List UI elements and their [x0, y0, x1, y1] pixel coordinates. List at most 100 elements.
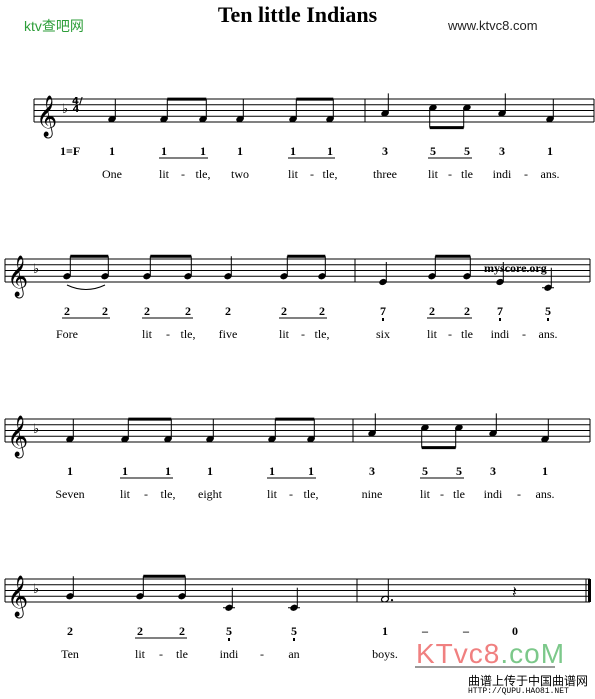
jianpu-number: 1 — [200, 144, 206, 158]
treble-clef-icon: 𝄞 — [7, 255, 28, 298]
music-score: 𝄞 ♭ 1=F 1 One 1 lit 1 tle, 1 two 1 lit 1 tle, 3 three 5 li… — [4, 93, 595, 661]
flat-icon: ♭ — [33, 582, 39, 597]
flat-icon: ♭ — [33, 262, 39, 277]
jianpu-number: 2 — [67, 624, 73, 638]
lyric: indi — [491, 327, 510, 341]
jianpu-number: 2 — [281, 304, 287, 318]
lyric: ans. — [536, 487, 555, 501]
lyric: lit — [267, 487, 278, 501]
jianpu-number: 1 — [269, 464, 275, 478]
jianpu-number: 2 — [137, 624, 143, 638]
jianpu-number: 1 — [122, 464, 128, 478]
lyric: three — [373, 167, 397, 181]
time-signature: 4/4 — [72, 96, 83, 115]
lyric-hyphen: - — [159, 647, 163, 661]
dot — [390, 599, 394, 602]
lyric: tle, — [161, 487, 176, 501]
jianpu-number: 1 — [542, 464, 548, 478]
treble-clef-icon: 𝄞 — [36, 95, 57, 138]
lyric: lit — [159, 167, 170, 181]
logo-green: .coM — [500, 638, 566, 669]
lyric-hyphen: - — [522, 327, 526, 341]
lyric-hyphen: - — [289, 487, 293, 501]
lyric: ans. — [541, 167, 560, 181]
lyric: two — [231, 167, 249, 181]
treble-clef-icon: 𝄞 — [7, 415, 28, 458]
lyric: lit — [420, 487, 431, 501]
jianpu-number: 7 — [380, 304, 386, 318]
upload-url: HTTP://QUPU.HAO81.NET — [468, 687, 569, 696]
lyric: tle — [461, 327, 473, 341]
jianpu-number: 1 — [382, 624, 388, 638]
jianpu-number: 5 — [545, 304, 551, 318]
watermark-myscore: myscore.org — [484, 261, 547, 275]
jianpu-number: 2 — [102, 304, 108, 318]
jianpu-number: 1 — [207, 464, 213, 478]
jianpu-number: 5 — [430, 144, 436, 158]
jianpu-number: 3 — [490, 464, 496, 478]
lyric: Fore — [56, 327, 78, 341]
jianpu-number: 2 — [144, 304, 150, 318]
jianpu-number: 5 — [291, 624, 297, 638]
jianpu-number: 2 — [464, 304, 470, 318]
jianpu-number: 1 — [67, 464, 73, 478]
quarter-rest-icon: 𝄽 — [512, 582, 517, 601]
jianpu-number: 1 — [327, 144, 333, 158]
flat-icon: ♭ — [33, 422, 39, 437]
lyric: One — [102, 167, 122, 181]
jianpu-number: 2 — [179, 624, 185, 638]
low-octave-dot — [382, 318, 384, 321]
lyric: tle — [461, 167, 473, 181]
lyric: ans. — [539, 327, 558, 341]
lyric: indi — [220, 647, 239, 661]
jianpu-number: 1 — [109, 144, 115, 158]
lyric: indi — [493, 167, 512, 181]
lyric-hyphen: - — [301, 327, 305, 341]
lyric: boys. — [372, 647, 398, 661]
lyric-hyphen: - — [448, 167, 452, 181]
jianpu-number: 3 — [369, 464, 375, 478]
lyric: lit — [428, 167, 439, 181]
lyric: five — [219, 327, 238, 341]
lyric: lit — [288, 167, 299, 181]
lyric-hyphen: - — [448, 327, 452, 341]
lyric: Seven — [55, 487, 84, 501]
lyric-hyphen: - — [524, 167, 528, 181]
lyric: lit — [142, 327, 153, 341]
key-signature: 1=F — [60, 144, 80, 158]
jianpu-number: 2 — [64, 304, 70, 318]
lyric-hyphen: - — [440, 487, 444, 501]
lyric: eight — [198, 487, 223, 501]
lyric-hyphen: - — [517, 487, 521, 501]
lyric-hyphen: - — [310, 167, 314, 181]
jianpu-number: 2 — [185, 304, 191, 318]
lyric-hyphen: - — [144, 487, 148, 501]
lyric: tle, — [304, 487, 319, 501]
jianpu-number: – — [462, 624, 470, 638]
lyric: tle, — [323, 167, 338, 181]
jianpu-number: 3 — [499, 144, 505, 158]
jianpu-number: 5 — [464, 144, 470, 158]
lyric: tle, — [196, 167, 211, 181]
jianpu-number: 1 — [165, 464, 171, 478]
lyric: lit — [120, 487, 131, 501]
lyric: an — [288, 647, 299, 661]
lyric: six — [376, 327, 390, 341]
flat-icon: ♭ — [62, 102, 68, 117]
lyric: tle, — [315, 327, 330, 341]
jianpu-number: 1 — [237, 144, 243, 158]
lyric: lit — [279, 327, 290, 341]
jianpu-number: 1 — [161, 144, 167, 158]
low-octave-dot — [547, 318, 549, 321]
lyric: lit — [135, 647, 146, 661]
lyric: lit — [427, 327, 438, 341]
lyric-hyphen: - — [260, 647, 264, 661]
jianpu-number: 2 — [429, 304, 435, 318]
jianpu-number: 5 — [226, 624, 232, 638]
jianpu-number: 7 — [497, 304, 503, 318]
jianpu-number: 1 — [308, 464, 314, 478]
jianpu-number: 5 — [456, 464, 462, 478]
jianpu-number: – — [421, 624, 429, 638]
final-barline — [588, 579, 591, 602]
lyric: tle, — [181, 327, 196, 341]
